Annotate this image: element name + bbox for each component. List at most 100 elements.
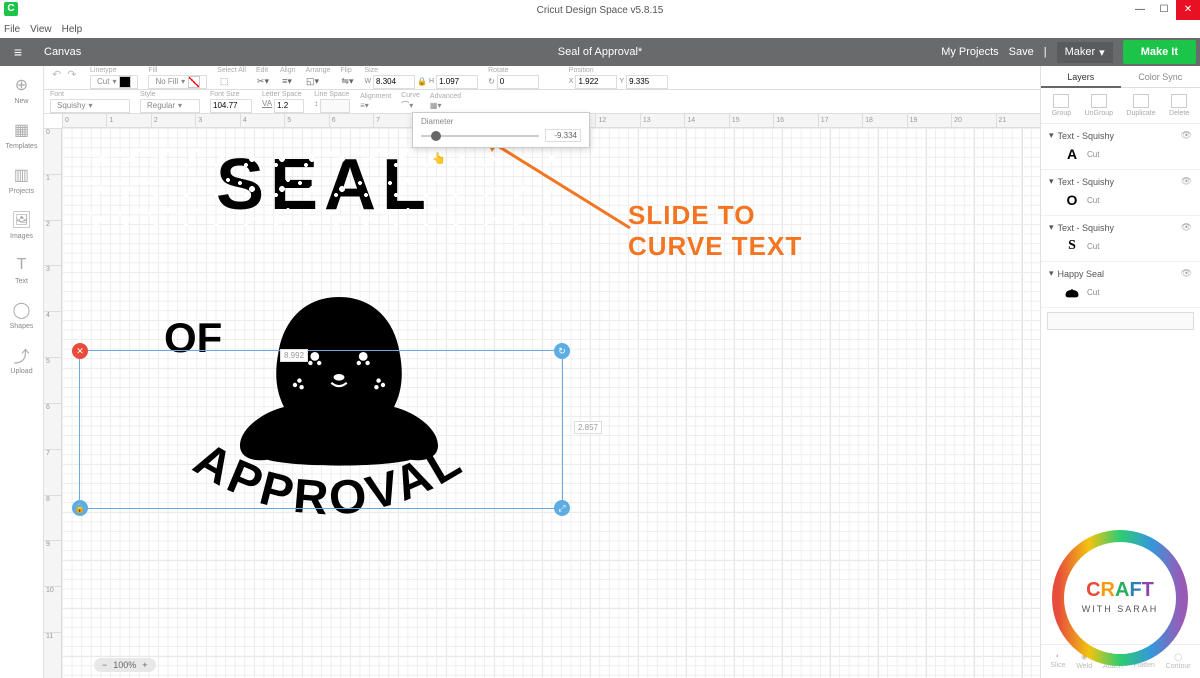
layer-thumb xyxy=(1063,283,1081,301)
layer-item[interactable]: ▾Text - Squishy👁 SCut xyxy=(1041,216,1200,262)
tool-upload[interactable]: ⤴Upload xyxy=(10,344,32,375)
lock-icon[interactable]: 🔒 xyxy=(417,77,427,86)
fill-swatch[interactable] xyxy=(188,76,200,88)
layer-item[interactable]: ▾Text - Squishy👁 ACut xyxy=(1041,124,1200,170)
linetype-swatch[interactable] xyxy=(119,76,131,88)
fontsize-label: Font Size xyxy=(210,91,252,98)
duplicate-button[interactable]: Duplicate xyxy=(1126,94,1155,117)
layer-item[interactable]: ▾Happy Seal👁 Cut xyxy=(1041,262,1200,308)
save-button[interactable]: Save xyxy=(1009,46,1034,58)
my-projects-link[interactable]: My Projects xyxy=(941,46,998,58)
diameter-popup: Diameter -9.334 xyxy=(412,112,590,148)
toolbar-text: Font Squishy▾ Style Regular▾ Font Size L… xyxy=(44,90,1040,114)
text-seal[interactable]: SEAL xyxy=(84,144,564,226)
flip-dropdown[interactable]: ⇋▾ xyxy=(340,75,354,89)
titlebar: C Cricut Design Space v5.8.15 — ☐ ✕ xyxy=(0,0,1200,20)
rotate-handle[interactable]: ↻ xyxy=(554,343,570,359)
lock-handle[interactable]: 🔒 xyxy=(72,500,88,516)
headerbar: ≡ Canvas Seal of Approval* My Projects S… xyxy=(0,38,1200,66)
align-dropdown[interactable]: ≡▾ xyxy=(280,75,294,89)
diameter-value[interactable]: -9.334 xyxy=(545,129,581,142)
width-label: 8.992 xyxy=(280,349,308,362)
flip-label: Flip xyxy=(340,67,354,74)
tab-colorsync[interactable]: Color Sync xyxy=(1121,66,1200,88)
font-dropdown[interactable]: Squishy▾ xyxy=(50,99,130,113)
app-title: Cricut Design Space v5.8.15 xyxy=(537,5,664,16)
arrange-dropdown[interactable]: ◱▾ xyxy=(306,75,320,89)
design-group[interactable]: SEAL OF APPROVAL xyxy=(84,144,564,226)
chevron-down-icon: ▾ xyxy=(88,101,92,110)
tool-projects[interactable]: ▥Projects xyxy=(9,164,34,195)
tool-templates[interactable]: ▦Templates xyxy=(6,119,38,150)
upload-icon: ⤴ xyxy=(11,344,33,366)
redo-button[interactable]: ↷ xyxy=(67,68,76,81)
make-it-button[interactable]: Make It xyxy=(1123,40,1196,64)
curve-dropdown[interactable]: ⌒▾ xyxy=(401,100,420,111)
ungroup-button[interactable]: UnGroup xyxy=(1085,94,1113,117)
alignment-label: Alignment xyxy=(360,93,391,100)
watermark-logo: CRAFT WITH SARAH xyxy=(1050,528,1190,668)
rotate-input[interactable] xyxy=(497,75,539,89)
machine-dropdown[interactable]: Maker ▾ xyxy=(1057,42,1113,63)
linespace-label: Line Space xyxy=(314,91,350,98)
position-label: Position xyxy=(569,67,668,74)
maximize-button[interactable]: ☐ xyxy=(1152,0,1176,20)
chevron-down-icon: ▾ xyxy=(1049,176,1054,187)
tool-images[interactable]: 🖼Images xyxy=(10,209,33,240)
undo-redo: ↶ ↷ xyxy=(52,68,76,81)
edit-label: Edit xyxy=(256,67,270,74)
chevron-down-icon: ▾ xyxy=(1049,130,1054,141)
minimize-button[interactable]: — xyxy=(1128,0,1152,20)
window-controls: — ☐ ✕ xyxy=(1128,0,1200,20)
hamburger-icon[interactable]: ≡ xyxy=(0,44,36,60)
menubar: File View Help xyxy=(0,20,1200,38)
resize-handle[interactable]: ⤢ xyxy=(554,500,570,516)
y-input[interactable] xyxy=(626,75,668,89)
zoom-out-button[interactable]: − xyxy=(102,660,107,670)
visibility-icon[interactable]: 👁 xyxy=(1181,176,1192,187)
visibility-icon[interactable]: 👁 xyxy=(1181,222,1192,233)
blank-slot xyxy=(1047,312,1194,330)
edit-dropdown[interactable]: ✂▾ xyxy=(256,75,270,89)
slider-thumb[interactable] xyxy=(431,131,441,141)
x-input[interactable] xyxy=(575,75,617,89)
menu-help[interactable]: Help xyxy=(62,24,83,35)
menu-view[interactable]: View xyxy=(30,24,52,35)
zoom-in-button[interactable]: + xyxy=(142,660,147,670)
fill-label: Fill xyxy=(148,67,207,74)
delete-handle[interactable]: ✕ xyxy=(72,343,88,359)
diameter-slider[interactable] xyxy=(421,135,539,137)
undo-button[interactable]: ↶ xyxy=(52,68,61,81)
layer-thumb: A xyxy=(1063,145,1081,163)
tab-layers[interactable]: Layers xyxy=(1041,66,1121,88)
fontsize-input[interactable] xyxy=(210,99,252,113)
visibility-icon[interactable]: 👁 xyxy=(1181,130,1192,141)
zoom-control: − 100% + xyxy=(94,658,156,672)
visibility-icon[interactable]: 👁 xyxy=(1181,268,1192,279)
delete-button[interactable]: Delete xyxy=(1169,94,1189,117)
linetype-dropdown[interactable]: Cut▾ xyxy=(90,75,138,89)
alignment-dropdown[interactable]: ≡▾ xyxy=(360,101,391,110)
select-all-icon[interactable]: ⬚ xyxy=(217,75,231,89)
height-input[interactable] xyxy=(436,75,478,89)
tool-new[interactable]: ⊕New xyxy=(11,74,33,105)
letterspace-input[interactable] xyxy=(274,99,304,113)
text-icon: T xyxy=(11,254,33,276)
group-button[interactable]: Group xyxy=(1052,94,1071,117)
layer-item[interactable]: ▾Text - Squishy👁 OCut xyxy=(1041,170,1200,216)
close-button[interactable]: ✕ xyxy=(1176,0,1200,20)
menu-file[interactable]: File xyxy=(4,24,20,35)
tool-text[interactable]: TText xyxy=(11,254,33,285)
rotate-icon: ↻ xyxy=(488,77,495,86)
advanced-dropdown[interactable]: ▦▾ xyxy=(430,101,461,110)
selection-box[interactable]: ✕ ↻ 🔒 ⤢ 8.992 2.857 xyxy=(79,350,563,509)
style-dropdown[interactable]: Regular▾ xyxy=(140,99,200,113)
curve-label: Curve xyxy=(401,92,420,99)
letterspace-label: Letter Space xyxy=(262,91,304,98)
width-input[interactable] xyxy=(373,75,415,89)
canvas[interactable]: 0123456789101112131415161718192021 01234… xyxy=(44,114,1040,678)
tool-shapes[interactable]: ◯Shapes xyxy=(10,299,34,330)
fill-dropdown[interactable]: No Fill▾ xyxy=(148,75,207,89)
advanced-label: Advanced xyxy=(430,93,461,100)
chevron-down-icon: ▾ xyxy=(112,77,116,86)
